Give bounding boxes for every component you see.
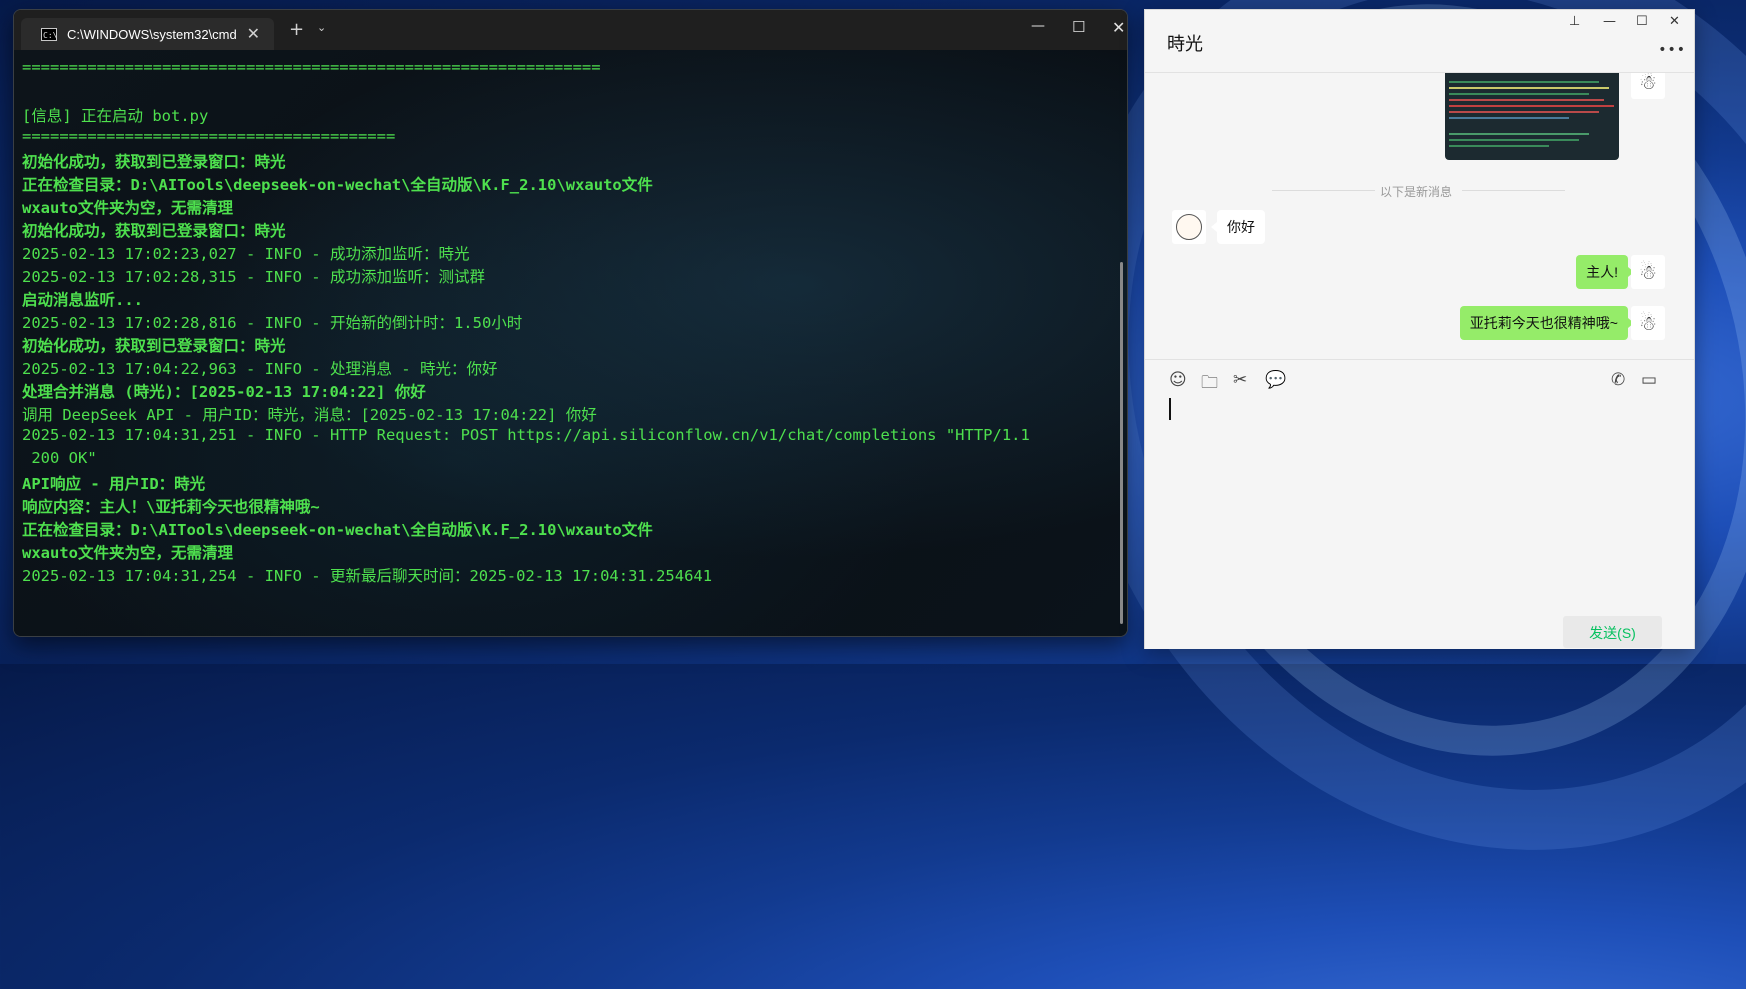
chat-header: 時光 ⊥ — ☐ ✕ ••• bbox=[1145, 10, 1694, 73]
console-line: 2025-02-13 17:02:28,816 - INFO - 开始新的倒计时… bbox=[22, 314, 523, 332]
scrollbar[interactable] bbox=[1120, 262, 1123, 624]
console-line: 响应内容：主人！\亚托莉今天也很精神哦~ bbox=[22, 498, 320, 516]
console-line: 2025-02-13 17:04:22,963 - INFO - 处理消息 - … bbox=[22, 360, 498, 378]
divider-line bbox=[1462, 190, 1565, 191]
chevron-down-icon[interactable]: ⌄ bbox=[317, 21, 326, 34]
message-bubble-received[interactable]: 你好 bbox=[1211, 210, 1265, 244]
minimize-icon[interactable]: — bbox=[1603, 14, 1616, 29]
my-avatar[interactable]: ☃ bbox=[1631, 73, 1665, 99]
console-line: 2025-02-13 17:04:31,251 - INFO - HTTP Re… bbox=[22, 426, 1030, 444]
tab-title: C:\WINDOWS\system32\cmd. bbox=[67, 26, 237, 42]
emoji-icon[interactable]: ☺ bbox=[1169, 370, 1187, 390]
message-bubble-sent[interactable]: 亚托莉今天也很精神哦~ bbox=[1459, 306, 1635, 340]
pin-icon[interactable]: ⊥ bbox=[1569, 14, 1580, 29]
console-line: 初始化成功，获取到已登录窗口：時光 bbox=[22, 337, 286, 355]
console-line: 200 OK" bbox=[22, 449, 97, 467]
maximize-icon[interactable]: ☐ bbox=[1072, 18, 1085, 36]
image-message[interactable] bbox=[1445, 73, 1619, 160]
folder-icon[interactable]: 🗀 bbox=[1201, 370, 1218, 399]
new-tab-icon[interactable]: + bbox=[289, 19, 304, 40]
close-tab-icon[interactable]: ✕ bbox=[247, 24, 260, 43]
console-line: 初始化成功，获取到已登录窗口：時光 bbox=[22, 153, 286, 171]
close-icon[interactable]: ✕ bbox=[1669, 14, 1680, 29]
send-button[interactable]: 发送(S) bbox=[1563, 616, 1662, 648]
my-avatar[interactable]: ☃ bbox=[1631, 306, 1665, 340]
contact-name: 時光 bbox=[1167, 34, 1203, 54]
terminal-titlebar[interactable]: C:\ C:\WINDOWS\system32\cmd. ✕ + ⌄ — ☐ ✕ bbox=[14, 10, 1127, 50]
cmd-icon: C:\ bbox=[41, 27, 57, 41]
maximize-icon[interactable]: ☐ bbox=[1636, 14, 1648, 29]
message-bubble-sent[interactable]: 主人! bbox=[1576, 255, 1634, 289]
video-call-icon[interactable]: ▭ bbox=[1641, 370, 1657, 390]
minimize-icon[interactable]: — bbox=[1031, 18, 1045, 34]
chat-history-icon[interactable]: 💬 bbox=[1265, 370, 1286, 390]
console-line: 正在检查目录：D:\AITools\deepseek-on-wechat\全自动… bbox=[22, 521, 653, 539]
more-options-icon[interactable]: ••• bbox=[1658, 42, 1686, 58]
console-line: 启动消息监听... bbox=[22, 291, 143, 309]
console-line: ========================================… bbox=[22, 58, 601, 76]
terminal-window[interactable]: C:\ C:\WINDOWS\system32\cmd. ✕ + ⌄ — ☐ ✕… bbox=[13, 9, 1128, 637]
console-line: [信息] 正在启动 bot.py bbox=[22, 107, 209, 125]
new-messages-divider: 以下是新消息 bbox=[1380, 185, 1453, 199]
contact-avatar[interactable] bbox=[1172, 210, 1206, 244]
console-line: 2025-02-13 17:02:28,315 - INFO - 成功添加监听：… bbox=[22, 268, 485, 286]
terminal-tab[interactable]: C:\ C:\WINDOWS\system32\cmd. ✕ bbox=[21, 18, 274, 50]
console-line: ======================================== bbox=[22, 127, 396, 145]
console-line: 调用 DeepSeek API - 用户ID：時光，消息：[2025-02-13… bbox=[22, 406, 597, 424]
console-output[interactable]: ========================================… bbox=[22, 58, 1112, 618]
text-cursor bbox=[1169, 398, 1171, 420]
divider-line bbox=[1272, 190, 1375, 191]
console-line: 初始化成功，获取到已登录窗口：時光 bbox=[22, 222, 286, 240]
console-line: 处理合并消息 (時光)：[2025-02-13 17:04:22] 你好 bbox=[22, 383, 426, 401]
console-line: 2025-02-13 17:02:23,027 - INFO - 成功添加监听：… bbox=[22, 245, 470, 263]
phone-icon[interactable]: ✆ bbox=[1611, 370, 1625, 390]
console-line: 正在检查目录：D:\AITools\deepseek-on-wechat\全自动… bbox=[22, 176, 653, 194]
my-avatar[interactable]: ☃ bbox=[1631, 255, 1665, 289]
scissors-icon[interactable]: ✂ bbox=[1233, 370, 1247, 390]
close-icon[interactable]: ✕ bbox=[1112, 18, 1125, 37]
message-input-area[interactable]: ☺ 🗀 ✂ 💬 ✆ ▭ 发送(S) bbox=[1145, 359, 1694, 649]
message-list[interactable]: ☃ 以下是新消息 你好 主人! ☃ 亚托莉今天也很精神哦~ ☃ bbox=[1145, 73, 1694, 359]
console-line: wxauto文件夹为空，无需清理 bbox=[22, 544, 233, 562]
wechat-window[interactable]: 時光 ⊥ — ☐ ✕ ••• ☃ 以下是新消息 你好 主人! ☃ 亚托莉今天也很… bbox=[1144, 9, 1695, 649]
console-line: 2025-02-13 17:04:31,254 - INFO - 更新最后聊天时… bbox=[22, 567, 713, 585]
console-line: wxauto文件夹为空，无需清理 bbox=[22, 199, 233, 217]
console-line: API响应 - 用户ID：時光 bbox=[22, 475, 206, 493]
